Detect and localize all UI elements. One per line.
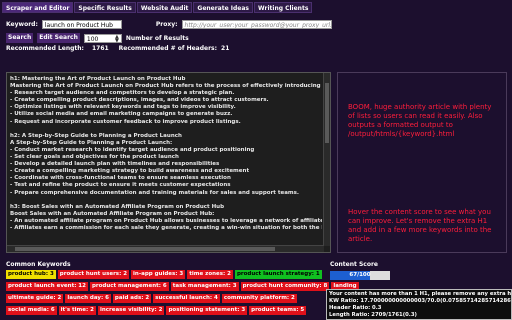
horizontal-scroll-thumb[interactable]: [15, 247, 275, 251]
keyword-chip: product launch event: 12: [6, 282, 88, 291]
num-results-stepper[interactable]: 100 ▲ ▼: [83, 33, 122, 43]
keyword-chip: it's time: 2: [58, 306, 96, 315]
recommended-headers-value: 21: [221, 45, 230, 52]
article-editor[interactable]: h1: Mastering the Art of Product Launch …: [6, 72, 331, 253]
editor-vertical-scrollbar[interactable]: [323, 73, 330, 246]
tab-bar: Scraper and Editor Specific Results Webs…: [2, 2, 313, 13]
boom-message: BOOM, huge authority article with plenty…: [348, 103, 492, 138]
keyword-chip: in-app guides: 3: [131, 270, 186, 279]
keyword-row: product launch event: 12 product manageme…: [6, 282, 359, 291]
keyword-row: product hub: 3 product hunt users: 2 in-ap…: [6, 270, 323, 279]
keyword-chip: successful launch: 4: [153, 294, 220, 303]
keyword-chip: time zones: 2: [187, 270, 233, 279]
content-score-value: 67/100: [349, 272, 371, 278]
search-row: Search Edit Search 100 ▲ ▼ Number of Resu…: [6, 33, 193, 43]
keyword-row: social media: 6 it's time: 2 increase visi…: [6, 306, 323, 315]
tooltip-line: Your content has more than 1 H1, please …: [329, 291, 512, 297]
stepper-arrows-icon[interactable]: ▲ ▼: [115, 34, 119, 43]
keyword-chip: task management: 3: [170, 282, 239, 291]
keyword-input[interactable]: launch on Product Hub: [41, 20, 122, 29]
tab-specific-results[interactable]: Specific Results: [74, 2, 136, 13]
editor-horizontal-scrollbar[interactable]: [7, 245, 324, 252]
hover-hint-message: Hover the content score to see what you …: [348, 208, 492, 243]
keyword-chip: product hunt community: 8: [240, 282, 330, 291]
proxy-input[interactable]: http://your_user:your_password@your_prox…: [181, 20, 332, 29]
keyword-chip: product hub: 3: [6, 270, 56, 279]
recommended-length-label: Recommended Length:: [6, 45, 84, 52]
keyword-chip: paid ads: 2: [112, 294, 152, 303]
keyword-label: Keyword:: [6, 21, 38, 28]
keyword-row: Keyword: launch on Product Hub Proxy: ht…: [6, 20, 332, 29]
search-button[interactable]: Search: [6, 33, 34, 43]
keyword-chip: social media: 6: [6, 306, 57, 315]
tab-writing-clients[interactable]: Writing Clients: [253, 2, 313, 13]
keyword-chip: product launch strategy: 1: [234, 270, 322, 279]
message-panel: BOOM, huge authority article with plenty…: [337, 72, 507, 253]
tab-generate-ideas[interactable]: Generate Ideas: [193, 2, 253, 13]
keyword-chip: product teams: 5: [249, 306, 307, 315]
recommended-headers-label: Recommended # of Headers:: [118, 45, 218, 52]
common-keywords-panel: Common Keywords product hub: 3 product hu…: [6, 260, 359, 318]
content-score-tooltip: Your content has more than 1 H1, please …: [326, 289, 512, 320]
tooltip-line: Header Ratio: 0.3: [329, 304, 382, 311]
keyword-chip: product hunt users: 2: [57, 270, 130, 279]
proxy-label: Proxy:: [155, 21, 178, 28]
tab-website-audit[interactable]: Website Audit: [136, 2, 193, 13]
edit-search-button[interactable]: Edit Search: [37, 33, 80, 43]
num-results-label: Number of Results: [125, 34, 189, 42]
keyword-chip: community platform: 2: [221, 294, 297, 303]
keyword-chip: product management: 6: [89, 282, 169, 291]
tooltip-line: Length Ratio: 2709/1761(0.3): [329, 311, 417, 318]
content-score-title: Content Score: [330, 261, 378, 268]
tooltip-line: KW Ratio: 17.700000000000003/70.0(0.0758…: [329, 297, 512, 304]
vertical-scroll-thumb[interactable]: [325, 83, 329, 143]
keyword-chip: increase visibility: 2: [97, 306, 165, 315]
recommendation-row: Recommended Length: 1761 Recommended # o…: [6, 45, 233, 52]
content-score-bar[interactable]: 67/100: [330, 271, 390, 280]
keyword-chip: ultimate guide: 2: [6, 294, 64, 303]
keyword-chip: positioning statement: 3: [166, 306, 248, 315]
num-results-value: 100: [86, 35, 99, 43]
keyword-row: ultimate guide: 2 launch day: 6 paid ads: …: [6, 294, 323, 303]
keyword-chip: launch day: 6: [65, 294, 111, 303]
common-keywords-title: Common Keywords: [6, 261, 71, 268]
article-text[interactable]: h1: Mastering the Art of Product Launch …: [10, 76, 322, 244]
tab-scraper-and-editor[interactable]: Scraper and Editor: [2, 2, 74, 13]
keyword-chip-list: product hub: 3 product hunt users: 2 in-ap…: [6, 270, 359, 315]
recommended-length-value: 1761: [91, 45, 109, 52]
